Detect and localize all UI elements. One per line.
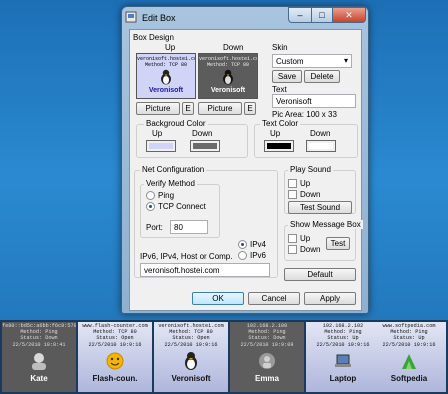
tile-info: veronisoft.hostei.com Method: TCP 80 Statu… xyxy=(158,323,224,348)
ipv4-label: IPv4 xyxy=(250,240,267,249)
tux-icon xyxy=(161,69,171,85)
ipv6-radio[interactable] xyxy=(238,251,247,260)
emma-icon xyxy=(254,351,280,371)
cancel-button[interactable]: Cancel xyxy=(248,292,300,305)
edit-box-client: Box Design Up Down veronisoft.hostei.com… xyxy=(129,29,363,311)
sound-down-label: Down xyxy=(300,190,321,199)
default-button[interactable]: Default xyxy=(284,268,356,281)
sound-up-checkbox[interactable] xyxy=(288,179,297,188)
softpedia-icon xyxy=(396,351,422,371)
verify-method-label: Verify Method xyxy=(144,179,197,188)
ok-button[interactable]: OK xyxy=(192,292,244,305)
ipv6-label: IPv6 xyxy=(250,251,267,260)
tile-info: www.softpedia.com Method: Ping Status: Up 2… xyxy=(382,323,436,348)
picture-up-button[interactable]: Picture xyxy=(136,102,180,115)
background-down-label: Down xyxy=(192,129,213,138)
text-color-down-swatch[interactable] xyxy=(306,140,336,152)
skin-select-value: Custom xyxy=(276,57,304,66)
tile-name: Flash-coun. xyxy=(92,373,138,383)
message-up-checkbox[interactable] xyxy=(288,234,297,243)
box-design-down-label: Down xyxy=(223,43,244,52)
text-label: Text xyxy=(272,85,287,94)
tux-icon xyxy=(223,69,233,85)
background-up-swatch[interactable] xyxy=(146,140,176,152)
preview-up-name: Veronisoft xyxy=(148,87,184,94)
tile-info: 192.168.2.102 Method: Ping Status: Up 22/5/… xyxy=(316,323,370,348)
save-skin-button[interactable]: Save xyxy=(272,70,302,83)
text-input[interactable]: Veronisoft xyxy=(272,94,356,108)
tile-info: 192.168.2.100 Method: Ping Status: Down 22/… xyxy=(240,323,294,348)
message-down-checkbox[interactable] xyxy=(288,245,297,254)
preview-up-info: veronisoft.hostei.com Method: TCP 80 xyxy=(137,56,196,68)
kate-icon xyxy=(26,351,52,371)
smiley-icon xyxy=(102,351,128,371)
host-tile-kate[interactable]: fe80::bd5c:a6bb:f6c9:579 Method: Ping Stat… xyxy=(2,322,76,392)
tux-icon xyxy=(178,351,204,371)
text-color-label: Text Color xyxy=(260,119,301,128)
text-color-up-swatch[interactable] xyxy=(264,140,294,152)
background-down-swatch[interactable] xyxy=(190,140,220,152)
host-tile-softpedia[interactable]: www.softpedia.com Method: Ping Status: Up 2… xyxy=(372,322,446,392)
port-label: Port: xyxy=(146,223,163,232)
delete-skin-button[interactable]: Delete xyxy=(304,70,340,83)
box-design-label: Box Design xyxy=(133,33,174,42)
chevron-down-icon: ▾ xyxy=(343,56,348,65)
host-tile-veronisoft[interactable]: veronisoft.hostei.com Method: TCP 80 Statu… xyxy=(154,322,228,392)
close-icon: ✕ xyxy=(345,9,353,20)
sound-down-checkbox[interactable] xyxy=(288,190,297,199)
minimize-icon: – xyxy=(297,10,303,20)
preview-down-info: veronisoft.hostei.com Method: TCP 80 xyxy=(199,56,258,68)
net-config-label: Net Configuration xyxy=(140,165,207,174)
text-color-up-label: Up xyxy=(270,129,281,138)
picture-down-button[interactable]: Picture xyxy=(198,102,242,115)
ipv4-radio[interactable] xyxy=(238,240,247,249)
tile-name: Softpedia xyxy=(390,373,428,383)
preview-down-name: Veronisoft xyxy=(210,87,246,94)
host-tile-flash-counter[interactable]: www.flash-counter.com Method: TCP 80 Statu… xyxy=(78,322,152,392)
tcp-connect-label: TCP Connect xyxy=(158,202,206,211)
tile-info: fe80::bd5c:a6bb:f6c9:579 Method: Ping Stat… xyxy=(2,323,76,348)
preview-up[interactable]: veronisoft.hostei.com Method: TCP 80 Ver… xyxy=(136,53,196,99)
tile-name: Laptop xyxy=(329,373,357,383)
tile-name: Emma xyxy=(254,373,279,383)
port-input[interactable]: 80 xyxy=(170,220,208,234)
background-color-label: Backgroud Color xyxy=(144,119,208,128)
play-sound-label: Play Sound xyxy=(288,165,333,174)
laptop-icon xyxy=(330,351,356,371)
test-sound-button[interactable]: Test Sound xyxy=(288,201,352,214)
skin-label: Skin xyxy=(272,43,288,52)
background-up-label: Up xyxy=(152,129,163,138)
maximize-icon: □ xyxy=(319,10,325,20)
message-up-label: Up xyxy=(300,234,311,243)
text-color-down-label: Down xyxy=(310,129,331,138)
apply-button[interactable]: Apply xyxy=(304,292,356,305)
pic-area-label: Pic Area: 100 x 33 xyxy=(272,110,337,119)
skin-select[interactable]: Custom ▾ xyxy=(272,54,352,68)
ping-label: Ping xyxy=(158,191,175,200)
box-design-up-label: Up xyxy=(165,43,176,52)
host-label: IPv6, IPv4, Host or Comp. xyxy=(140,252,233,261)
window-title: Edit Box xyxy=(142,13,176,23)
message-box-label: Show Message Box xyxy=(288,220,363,229)
tile-name: Kate xyxy=(30,373,48,383)
tcp-connect-radio[interactable] xyxy=(146,202,155,211)
minimize-button[interactable]: – xyxy=(288,7,312,23)
ping-radio[interactable] xyxy=(146,191,155,200)
app-icon xyxy=(125,11,137,23)
edit-up-button[interactable]: E xyxy=(182,102,194,115)
edit-box-window: Edit Box – □ ✕ Box Design Up Down veroni… xyxy=(121,6,369,314)
host-tile-laptop[interactable]: 192.168.2.102 Method: Ping Status: Up 22/5/… xyxy=(306,322,380,392)
edit-down-button[interactable]: E xyxy=(244,102,256,115)
tile-name: Veronisoft xyxy=(171,373,211,383)
host-tile-emma[interactable]: 192.168.2.100 Method: Ping Status: Down 22/… xyxy=(230,322,304,392)
host-input[interactable]: veronisoft.hostei.com xyxy=(140,263,270,277)
tile-info: www.flash-counter.com Method: TCP 80 Statu… xyxy=(82,323,148,348)
message-down-label: Down xyxy=(300,245,321,254)
preview-down[interactable]: veronisoft.hostei.com Method: TCP 80 Ver… xyxy=(198,53,258,99)
test-message-button[interactable]: Test xyxy=(326,237,350,250)
sound-up-label: Up xyxy=(300,179,311,188)
close-button[interactable]: ✕ xyxy=(332,7,366,23)
maximize-button[interactable]: □ xyxy=(311,7,333,23)
